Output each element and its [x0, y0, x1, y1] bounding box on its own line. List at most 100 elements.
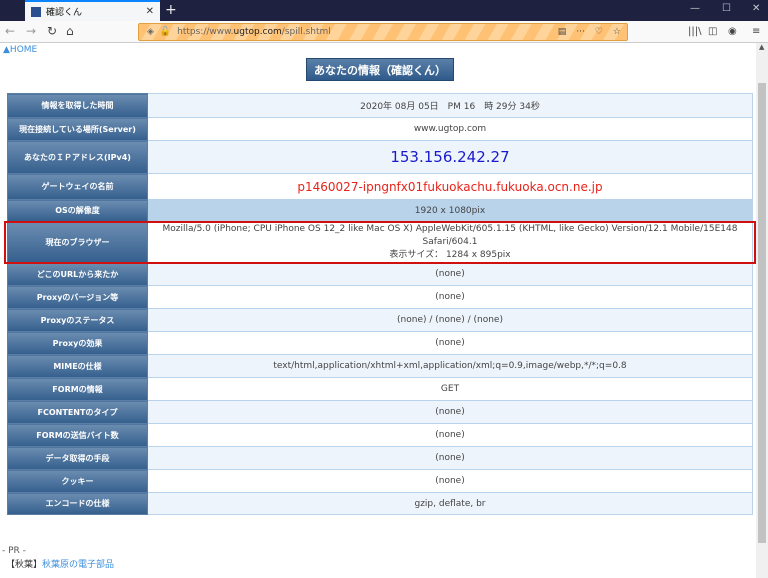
- menu-icon[interactable]: ≡: [752, 26, 760, 37]
- scrollbar[interactable]: ▲: [756, 43, 768, 578]
- table-row: あなたのＩＰアドレス(IPv4) 153.156.242.27: [7, 140, 753, 174]
- row-value-cell: (none) / (none) / (none): [147, 308, 753, 332]
- pocket-icon[interactable]: ♡: [595, 27, 603, 37]
- row-value: 153.156.242.27: [390, 148, 510, 166]
- page-title: あなたの情報（確認くん）: [306, 58, 454, 81]
- row-label: FCONTENTのタイプ: [7, 400, 148, 424]
- browser-row-highlight: [4, 221, 756, 264]
- row-value-cell: 2020年 08月 05日 PM 16 時 29分 34秒: [147, 93, 753, 118]
- row-value-cell: (none): [147, 469, 753, 493]
- library-icon[interactable]: |||\: [688, 26, 701, 37]
- table-row: クッキー (none): [7, 469, 753, 493]
- table-row: FCONTENTのタイプ (none): [7, 400, 753, 424]
- tab-bar: 確認くん ✕ + — ☐ ✕: [0, 0, 768, 21]
- row-label: Proxyのバージョン等: [7, 285, 148, 309]
- favicon-icon: [31, 6, 41, 17]
- forward-icon[interactable]: →: [26, 24, 36, 38]
- table-row: Proxyの効果 (none): [7, 331, 753, 355]
- lock-icon[interactable]: 🔓: [160, 27, 171, 37]
- pr-prefix: 【秋葉】: [6, 560, 43, 570]
- maximize-icon[interactable]: ☐: [722, 3, 731, 14]
- row-value-cell: (none): [147, 331, 753, 355]
- row-label: 現在接続している場所(Server): [7, 117, 148, 141]
- row-value: p1460027-ipngnfx01fukuokachu.fukuoka.ocn…: [297, 179, 603, 194]
- table-row: データ取得の手段 (none): [7, 446, 753, 470]
- reload-icon[interactable]: ↻: [47, 24, 57, 38]
- pr-link[interactable]: 秋葉原の電子部品: [42, 560, 114, 570]
- row-value: (none): [435, 338, 465, 348]
- info-table: 情報を取得した時間 2020年 08月 05日 PM 16 時 29分 34秒 現在…: [7, 93, 753, 515]
- table-row: FORMの情報 GET: [7, 377, 753, 401]
- row-value: text/html,application/xhtml+xml,applicat…: [273, 361, 627, 371]
- page-content: ▲HOME あなたの情報（確認くん） 情報を取得した時間 2020年 08月 05…: [0, 43, 756, 578]
- pr-item: 【秋葉】秋葉原の電子部品: [6, 559, 114, 571]
- browser-tab[interactable]: 確認くん ✕: [25, 0, 160, 21]
- row-value: (none): [435, 407, 465, 417]
- bookmark-star-icon[interactable]: ☆: [613, 27, 621, 37]
- row-value-cell: 1920 x 1080pix: [147, 199, 753, 222]
- table-row: MIMEの仕様 text/html,application/xhtml+xml,a…: [7, 354, 753, 378]
- navigation-toolbar: ← → ↻ ⌂ ◈ 🔓 https://www.ugtop.com/spill.…: [0, 21, 768, 43]
- close-tab-icon[interactable]: ✕: [146, 6, 154, 17]
- reader-icon[interactable]: ▤: [558, 27, 567, 37]
- row-value-cell: (none): [147, 285, 753, 309]
- row-label: Proxyのステータス: [7, 308, 148, 332]
- row-value: (none) / (none) / (none): [397, 315, 503, 325]
- table-row: Proxyのバージョン等 (none): [7, 285, 753, 309]
- home-icon[interactable]: ⌂: [66, 24, 74, 38]
- table-row: FORMの送信バイト数 (none): [7, 423, 753, 447]
- account-icon[interactable]: ◉: [728, 26, 737, 37]
- table-row: ゲートウェイの名前 p1460027-ipngnfx01fukuokachu.fu…: [7, 173, 753, 200]
- row-value-cell: GET: [147, 377, 753, 401]
- url-text: https://www.ugtop.com/spill.shtml: [177, 27, 331, 37]
- table-row: どこのURLから来たか (none): [7, 262, 753, 286]
- pr-label: - PR -: [2, 546, 26, 556]
- row-label: FORMの送信バイト数: [7, 423, 148, 447]
- row-value-cell: (none): [147, 423, 753, 447]
- tab-title: 確認くん: [46, 8, 83, 18]
- row-value-cell: gzip, deflate, br: [147, 492, 753, 515]
- minimize-icon[interactable]: —: [690, 3, 700, 14]
- row-label: どこのURLから来たか: [7, 262, 148, 286]
- more-icon[interactable]: ···: [576, 27, 585, 37]
- row-value-cell: www.ugtop.com: [147, 117, 753, 141]
- row-value: 2020年 08月 05日 PM 16 時 29分 34秒: [360, 102, 540, 112]
- row-value-cell: (none): [147, 446, 753, 470]
- row-value: (none): [435, 430, 465, 440]
- row-label: ゲートウェイの名前: [7, 173, 148, 200]
- row-value-cell: text/html,application/xhtml+xml,applicat…: [147, 354, 753, 378]
- row-value-cell: 153.156.242.27: [147, 140, 753, 174]
- new-tab-icon[interactable]: +: [165, 2, 177, 18]
- row-label: OSの解像度: [7, 199, 148, 222]
- row-value: www.ugtop.com: [413, 124, 487, 134]
- row-value: gzip, deflate, br: [414, 498, 486, 509]
- row-label: あなたのＩＰアドレス(IPv4): [7, 140, 148, 174]
- scrollbar-thumb[interactable]: [758, 83, 766, 543]
- table-row: Proxyのステータス (none) / (none) / (none): [7, 308, 753, 332]
- row-label: データ取得の手段: [7, 446, 148, 470]
- row-label: MIMEの仕様: [7, 354, 148, 378]
- row-value-cell: (none): [147, 400, 753, 424]
- row-value: (none): [435, 453, 465, 463]
- table-row: 現在接続している場所(Server) www.ugtop.com: [7, 117, 753, 141]
- table-row: エンコードの仕様 gzip, deflate, br: [7, 492, 753, 515]
- row-value: (none): [435, 269, 465, 279]
- row-label: Proxyの効果: [7, 331, 148, 355]
- table-row: OSの解像度 1920 x 1080pix: [7, 199, 753, 222]
- sidebar-icon[interactable]: ◫: [708, 26, 717, 37]
- row-label: エンコードの仕様: [7, 492, 148, 515]
- scroll-up-icon[interactable]: ▲: [759, 43, 764, 51]
- row-label: FORMの情報: [7, 377, 148, 401]
- row-label: クッキー: [7, 469, 148, 493]
- table-row: 情報を取得した時間 2020年 08月 05日 PM 16 時 29分 34秒: [7, 93, 753, 118]
- row-value-cell: p1460027-ipngnfx01fukuokachu.fukuoka.ocn…: [147, 173, 753, 200]
- close-window-icon[interactable]: ✕: [752, 3, 760, 14]
- back-icon[interactable]: ←: [5, 24, 15, 38]
- shield-icon[interactable]: ◈: [147, 27, 154, 37]
- home-link[interactable]: ▲HOME: [3, 45, 37, 55]
- row-value: (none): [435, 292, 465, 302]
- row-value: GET: [440, 384, 460, 394]
- url-bar[interactable]: ◈ 🔓 https://www.ugtop.com/spill.shtml ▤ …: [138, 23, 628, 41]
- row-value: (none): [435, 476, 465, 486]
- row-value-cell: (none): [147, 262, 753, 286]
